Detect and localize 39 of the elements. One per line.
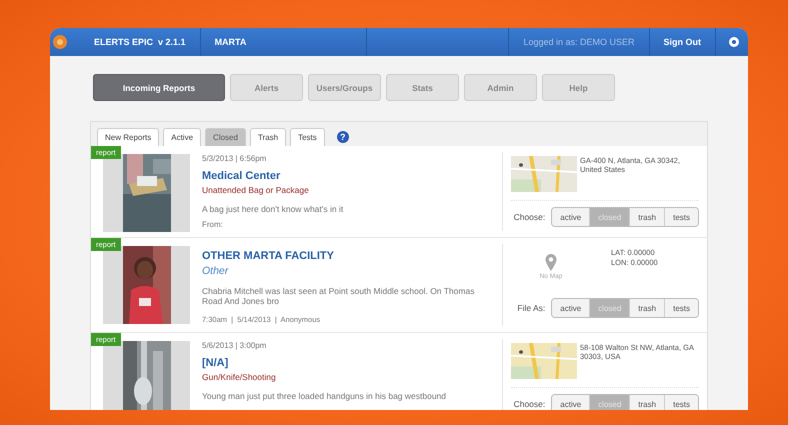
report-description: Chabria Mitchell was last seen at Point south Middle school. On Thomas Road And Jones bro (202, 286, 476, 306)
report-timestamp: 5/6/2013 | 3:00pm (202, 341, 268, 350)
report-title[interactable]: [N/A] (202, 357, 502, 369)
report-title[interactable]: Medical Center (202, 170, 502, 182)
filter-tab[interactable]: Trash (250, 128, 286, 146)
sign-out-link[interactable]: Sign Out (664, 37, 701, 47)
map-pin-icon (545, 254, 557, 271)
agency-name: MARTA (214, 37, 246, 47)
filter-tab[interactable]: Closed (205, 128, 246, 146)
app-version: v 2.1.1 (158, 37, 186, 47)
file-as-label: Choose: (514, 399, 546, 409)
status-option[interactable]: tests (664, 208, 698, 226)
logo-icon (52, 34, 68, 50)
filter-tab[interactable]: Tests (290, 128, 325, 146)
report-category: Other (202, 265, 230, 277)
file-as-label: File As: (517, 303, 546, 313)
report-description: A bag just here don't know what's in it (202, 204, 344, 214)
report-timestamp: 5/3/2013 | 6:56pm (202, 154, 268, 163)
status-option[interactable]: trash (629, 299, 664, 317)
status-option[interactable]: active (552, 299, 590, 317)
report-category: Unattended Bag or Package (202, 185, 310, 195)
logged-in-label: Logged in as: DEMO USER (523, 37, 634, 47)
filter-tab[interactable]: New Reports (97, 128, 160, 146)
settings-icon[interactable] (728, 36, 740, 48)
report-title[interactable]: OTHER MARTA FACILITY (202, 250, 502, 262)
filter-tab[interactable]: Active (163, 128, 202, 146)
status-option[interactable]: tests (664, 299, 698, 317)
file-as-label: Choose: (514, 212, 546, 222)
status-option[interactable]: active (552, 208, 590, 226)
status-option[interactable]: tests (664, 395, 698, 410)
nav-tab[interactable]: Incoming Reports (93, 74, 225, 101)
help-icon[interactable]: ? (336, 131, 349, 143)
report-from: From: (202, 220, 224, 230)
status-option[interactable]: trash (629, 395, 664, 410)
status-option[interactable]: active (552, 395, 590, 410)
report-category: Gun/Knife/Shooting (202, 372, 277, 382)
status-option[interactable]: trash (629, 208, 664, 226)
app-name: ELERTS EPIC (94, 37, 154, 47)
report-description: Young man just put three loaded handguns in his bag westbound (202, 391, 448, 402)
